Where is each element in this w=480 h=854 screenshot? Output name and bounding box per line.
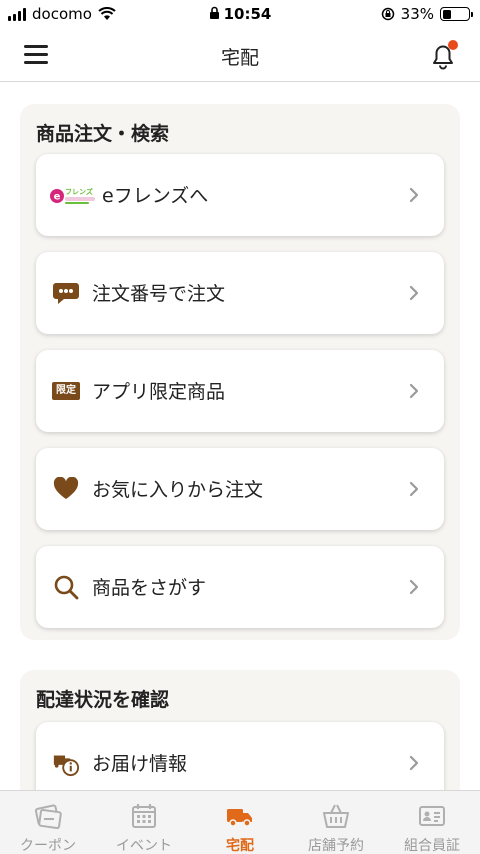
- main-content[interactable]: 商品注文・検索 e フレンズ eフレンズへ 注文番号で注文 限定 アプリ限定商品…: [0, 82, 480, 790]
- chevron-right-icon: [409, 481, 419, 497]
- status-time: 10:54: [223, 5, 272, 23]
- svg-text:フレンズ: フレンズ: [65, 187, 93, 196]
- section-title-order: 商品注文・検索: [36, 123, 170, 145]
- heart-icon: [52, 476, 80, 502]
- battery-icon: [440, 7, 473, 21]
- coupon-icon: [34, 804, 62, 829]
- tab-label-delivery: 宅配: [226, 838, 254, 854]
- lock-icon: [209, 6, 219, 19]
- member-card-icon: [419, 806, 445, 826]
- status-bar: docomo 10:54 33%: [0, 0, 480, 28]
- truck-icon: [227, 809, 252, 827]
- tab-event[interactable]: イベント: [96, 791, 192, 854]
- section-title-delivery: 配達状況を確認: [36, 689, 170, 711]
- chevron-right-icon: [409, 285, 419, 301]
- limited-badge-text: 限定: [52, 382, 80, 400]
- order-section: 商品注文・検索 e フレンズ eフレンズへ 注文番号で注文 限定 アプリ限定商品…: [20, 104, 460, 640]
- app-limited-card[interactable]: 限定 アプリ限定商品: [36, 350, 444, 432]
- tab-delivery[interactable]: 宅配: [192, 791, 288, 854]
- basket-icon: [323, 804, 349, 828]
- tab-member-card[interactable]: 組合員証: [384, 791, 480, 854]
- limited-badge-icon: 限定: [52, 378, 80, 404]
- tab-label-member-card: 組合員証: [404, 838, 460, 854]
- chevron-right-icon: [409, 383, 419, 399]
- battery-fill: [442, 9, 451, 19]
- bottom-tab-bar: クーポン イベント 宅配 店舗予約 組合員証: [0, 790, 480, 854]
- notification-badge: [448, 40, 458, 50]
- search-icon: [52, 574, 80, 600]
- svg-text:e: e: [54, 192, 61, 203]
- card-label-favorites: お気に入りから注文: [92, 479, 264, 501]
- efriends-card[interactable]: e フレンズ eフレンズへ: [36, 154, 444, 236]
- rotation-lock-icon: [381, 7, 394, 21]
- app-header: 宅配: [0, 28, 480, 82]
- card-label-order-number: 注文番号で注文: [92, 283, 226, 305]
- calendar-icon: [132, 804, 156, 828]
- chevron-right-icon: [409, 187, 419, 203]
- delivery-section: 配達状況を確認 お届け情報: [20, 670, 460, 790]
- tab-label-store-reservation: 店舗予約: [308, 838, 364, 854]
- card-label-delivery-info: お届け情報: [92, 753, 188, 775]
- chevron-right-icon: [409, 755, 419, 771]
- favorites-order-card[interactable]: お気に入りから注文: [36, 448, 444, 530]
- chevron-right-icon: [409, 579, 419, 595]
- card-label-efriends: eフレンズへ: [102, 185, 209, 207]
- delivery-info-card[interactable]: お届け情報: [36, 722, 444, 790]
- status-right: 33%: [381, 5, 473, 23]
- tab-store-reservation[interactable]: 店舗予約: [288, 791, 384, 854]
- efriends-logo: e フレンズ: [50, 185, 96, 205]
- delivery-info-icon: [52, 750, 80, 777]
- battery-percent: 33%: [400, 5, 434, 23]
- page-title: 宅配: [220, 47, 259, 69]
- tab-label-event: イベント: [116, 838, 172, 854]
- card-label-app-limited: アプリ限定商品: [92, 381, 226, 403]
- card-label-search: 商品をさがす: [92, 577, 207, 599]
- tab-coupon[interactable]: クーポン: [0, 791, 96, 854]
- order-by-number-card[interactable]: 注文番号で注文: [36, 252, 444, 334]
- chat-bubble-icon: [52, 280, 80, 306]
- product-search-card[interactable]: 商品をさがす: [36, 546, 444, 628]
- notification-bell-icon[interactable]: [426, 38, 460, 72]
- tab-label-coupon: クーポン: [20, 838, 76, 854]
